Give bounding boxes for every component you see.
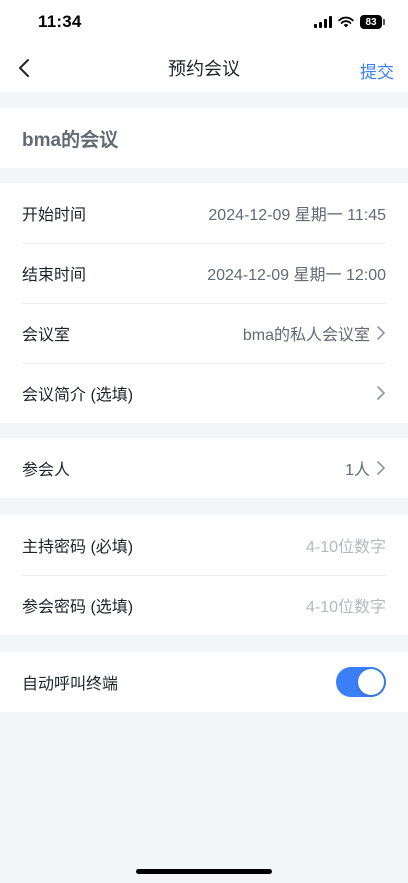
participants-section: 参会人 1人 xyxy=(0,438,408,498)
auto-call-row: 自动呼叫终端 xyxy=(0,652,408,712)
participants-row[interactable]: 参会人 1人 xyxy=(0,438,408,498)
nav-bar: 预约会议 提交 xyxy=(0,44,408,92)
submit-button[interactable]: 提交 xyxy=(360,58,394,83)
start-time-value: 2024-12-09 星期一 11:45 xyxy=(208,207,386,224)
meeting-intro-row[interactable]: 会议简介 (选填) xyxy=(0,363,408,423)
start-time-label: 开始时间 xyxy=(22,207,87,224)
chevron-right-icon xyxy=(377,326,385,340)
status-icons: 83 xyxy=(314,15,385,29)
host-password-input[interactable]: 4-10位数字 xyxy=(306,533,386,557)
back-chevron-icon xyxy=(19,59,29,77)
toggle-knob xyxy=(358,669,384,695)
auto-call-label: 自动呼叫终端 xyxy=(22,676,119,693)
chevron-right-icon xyxy=(377,461,385,475)
back-button[interactable] xyxy=(10,54,38,82)
home-indicator[interactable] xyxy=(136,869,272,874)
host-password-label: 主持密码 (必填) xyxy=(22,539,134,556)
meeting-room-label: 会议室 xyxy=(22,327,71,344)
cellular-signal-icon xyxy=(314,16,332,28)
meeting-intro-label: 会议简介 (选填) xyxy=(22,387,134,404)
end-time-row[interactable]: 结束时间 2024-12-09 星期一 12:00 xyxy=(0,243,408,303)
start-time-row[interactable]: 开始时间 2024-12-09 星期一 11:45 xyxy=(0,183,408,243)
participants-label: 参会人 xyxy=(22,462,71,479)
attendee-password-row: 参会密码 (选填) 4-10位数字 xyxy=(0,575,408,635)
battery-icon: 83 xyxy=(360,15,385,29)
meeting-title-input[interactable]: bma的会议 xyxy=(22,125,118,152)
end-time-label: 结束时间 xyxy=(22,267,87,284)
host-password-row: 主持密码 (必填) 4-10位数字 xyxy=(0,515,408,575)
meeting-room-value: bma的私人会议室 xyxy=(242,327,370,344)
auto-call-toggle[interactable] xyxy=(336,667,386,697)
end-time-value: 2024-12-09 星期一 12:00 xyxy=(207,267,386,284)
status-time: 11:34 xyxy=(38,12,82,31)
page-title: 预约会议 xyxy=(168,59,240,79)
meeting-room-row[interactable]: 会议室 bma的私人会议室 xyxy=(0,303,408,363)
attendee-password-label: 参会密码 (选填) xyxy=(22,599,134,616)
password-section: 主持密码 (必填) 4-10位数字 参会密码 (选填) 4-10位数字 xyxy=(0,515,408,635)
meeting-title-section: bma的会议 xyxy=(0,108,408,168)
meeting-details-section: 开始时间 2024-12-09 星期一 11:45 结束时间 2024-12-0… xyxy=(0,183,408,423)
wifi-icon xyxy=(338,16,354,28)
chevron-right-icon xyxy=(377,386,385,400)
participants-count: 1人 xyxy=(345,462,370,479)
auto-call-section: 自动呼叫终端 xyxy=(0,652,408,712)
status-bar: 11:34 83 xyxy=(0,0,408,44)
attendee-password-input[interactable]: 4-10位数字 xyxy=(306,593,386,617)
